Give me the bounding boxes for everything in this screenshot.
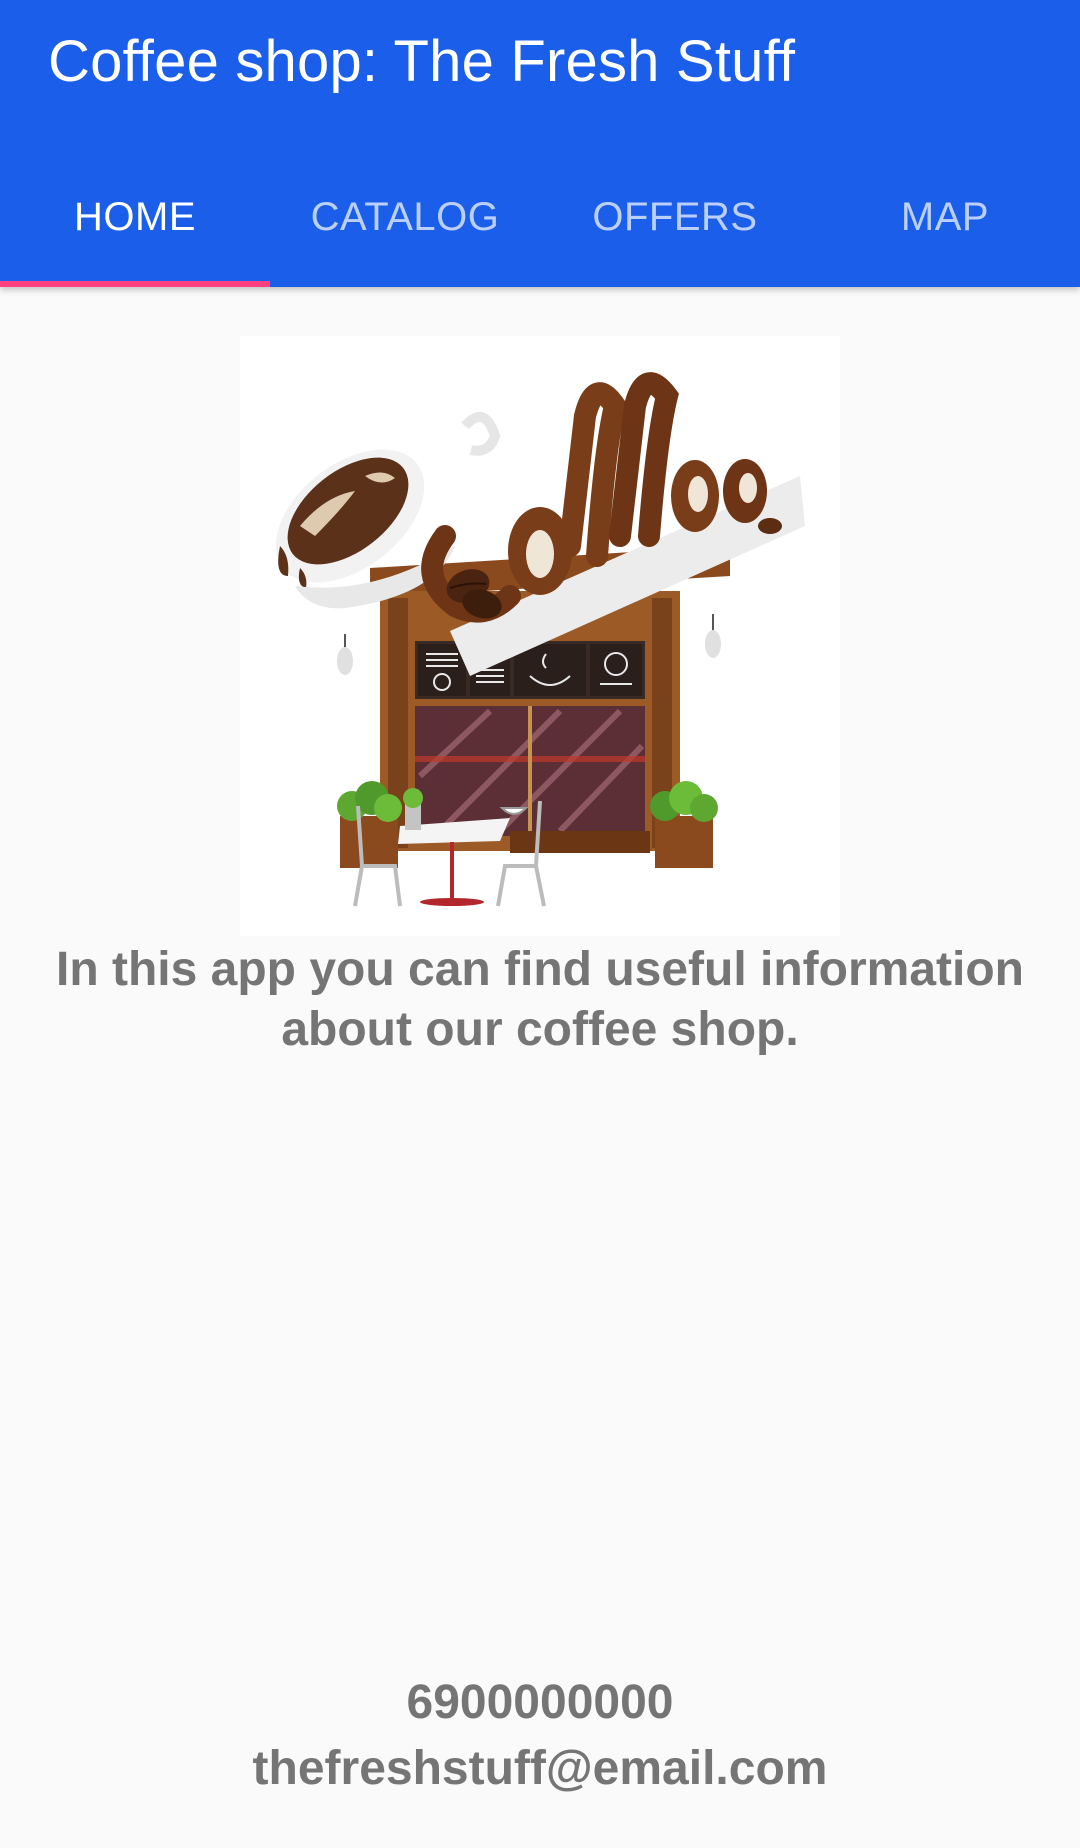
tab-catalog[interactable]: CATALOG <box>270 170 540 287</box>
tab-offers-label: OFFERS <box>592 195 758 239</box>
contact-info: 6900000000 thefreshstuff@email.com <box>0 1670 1080 1802</box>
tab-bar: HOME CATALOG OFFERS MAP <box>0 170 1080 287</box>
tab-map-label: MAP <box>900 195 990 239</box>
intro-text: In this app you can find useful informat… <box>55 943 1024 1056</box>
coffee-shop-illustration <box>275 372 805 907</box>
tab-map[interactable]: MAP <box>810 170 1080 287</box>
tab-indicator <box>0 281 270 287</box>
tab-offers[interactable]: OFFERS <box>540 170 810 287</box>
app-bar: Coffee shop: The Fresh Stuff HOME CATALO… <box>0 0 1080 287</box>
phone-number: 6900000000 <box>406 1676 674 1729</box>
app-title: Coffee shop: The Fresh Stuff <box>48 29 796 94</box>
email-address: thefreshstuff@email.com <box>252 1742 828 1795</box>
tab-home-label: HOME <box>74 195 196 239</box>
tab-catalog-label: CATALOG <box>310 195 500 239</box>
tab-home[interactable]: HOME <box>0 170 270 287</box>
coffee-shop-image <box>240 336 840 936</box>
